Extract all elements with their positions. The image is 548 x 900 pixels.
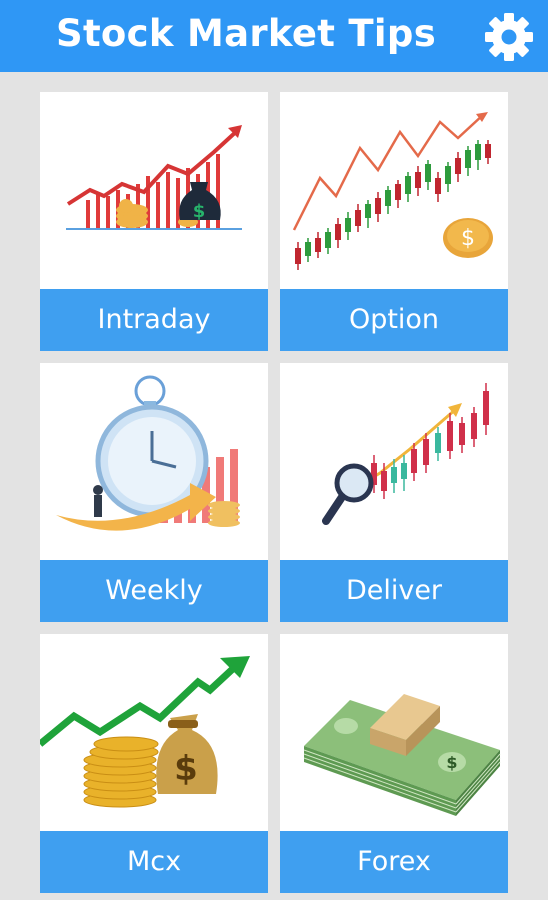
card-label: Deliver (280, 560, 508, 622)
deliver-magnifier-icon (322, 383, 489, 525)
intraday-chart-icon: $ (66, 125, 242, 230)
svg-text:$: $ (193, 201, 206, 222)
card-label: Mcx (40, 831, 268, 893)
card-option[interactable]: $ Option (280, 92, 508, 351)
card-forex[interactable]: $ Forex (280, 634, 508, 893)
app-title: Stock Market Tips (56, 12, 437, 55)
card-label: Intraday (40, 289, 268, 351)
card-intraday[interactable]: $ Intraday (40, 92, 268, 351)
gear-icon[interactable] (483, 11, 535, 63)
svg-text:$: $ (461, 226, 475, 251)
card-label: Weekly (40, 560, 268, 622)
card-mcx[interactable]: $ Mcx (40, 634, 268, 893)
card-label: Option (280, 289, 508, 351)
weekly-stopwatch-icon (56, 375, 240, 531)
app-bar: Stock Market Tips (0, 0, 548, 72)
card-weekly[interactable]: Weekly (40, 363, 268, 622)
svg-text:$: $ (446, 753, 457, 772)
card-label: Forex (280, 831, 508, 893)
mcx-coins-icon: $ (40, 656, 250, 808)
svg-text:$: $ (174, 749, 198, 789)
option-candlestick-icon: $ (292, 112, 493, 270)
forex-cash-icon: $ (303, 694, 501, 816)
card-deliver[interactable]: Deliver (280, 363, 508, 622)
